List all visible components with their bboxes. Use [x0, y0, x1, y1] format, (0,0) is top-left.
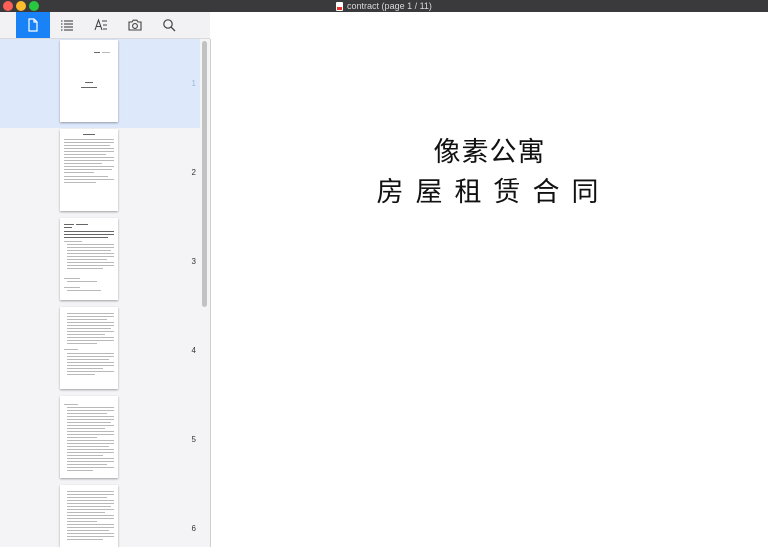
page-thumbnail[interactable]: [60, 218, 118, 300]
page-number: 2: [191, 168, 196, 177]
sidebar-scrollbar[interactable]: [200, 39, 211, 547]
page-number: 1: [191, 79, 196, 88]
camera-icon: [128, 19, 142, 31]
window-title-area: contract (page 1 / 11): [0, 0, 768, 12]
page-thumbnail[interactable]: [60, 307, 118, 389]
outline-view-button[interactable]: [50, 12, 84, 38]
page-thumbnail[interactable]: [60, 129, 118, 211]
document-title-line-2: 房屋租赁合同: [376, 177, 611, 208]
annotations-icon: [94, 18, 107, 31]
window-titlebar: contract (page 1 / 11): [0, 0, 768, 12]
thumbnail-row-page-2[interactable]: 2: [0, 128, 200, 217]
page-thumbnails-icon: [28, 18, 38, 32]
page-thumbnail[interactable]: [60, 485, 118, 547]
thumbnails-view-button[interactable]: [16, 12, 50, 38]
document-view[interactable]: 像素公寓 房屋租赁合同: [211, 12, 768, 547]
thumbnail-row-page-6[interactable]: 6: [0, 484, 200, 547]
thumbnail-row-page-3[interactable]: 3: [0, 217, 200, 306]
page-number: 3: [191, 257, 196, 266]
annotations-view-button[interactable]: [84, 12, 118, 38]
window-title: contract (page 1 / 11): [347, 1, 432, 11]
search-view-button[interactable]: [152, 12, 186, 38]
page-thumbnail[interactable]: [60, 40, 118, 122]
page-number: 4: [191, 346, 196, 355]
thumbnail-row-page-4[interactable]: 4: [0, 306, 200, 395]
document-title-line-1: 像素公寓: [433, 137, 546, 168]
thumbnail-row-page-5[interactable]: 5: [0, 395, 200, 484]
page-thumbnail-sidebar: 1 2 3 4 5 6: [0, 39, 200, 547]
pdf-document-icon: [336, 1, 344, 11]
page-thumbnail[interactable]: [60, 396, 118, 478]
thumbnail-row-page-1[interactable]: 1: [0, 39, 200, 128]
outline-list-icon: [61, 20, 73, 31]
sidebar-scroll-thumb[interactable]: [202, 41, 207, 307]
page-number: 6: [191, 524, 196, 533]
sidebar-toolbar: [0, 12, 210, 39]
search-icon: [163, 19, 176, 32]
page-number: 5: [191, 435, 196, 444]
snapshots-view-button[interactable]: [118, 12, 152, 38]
